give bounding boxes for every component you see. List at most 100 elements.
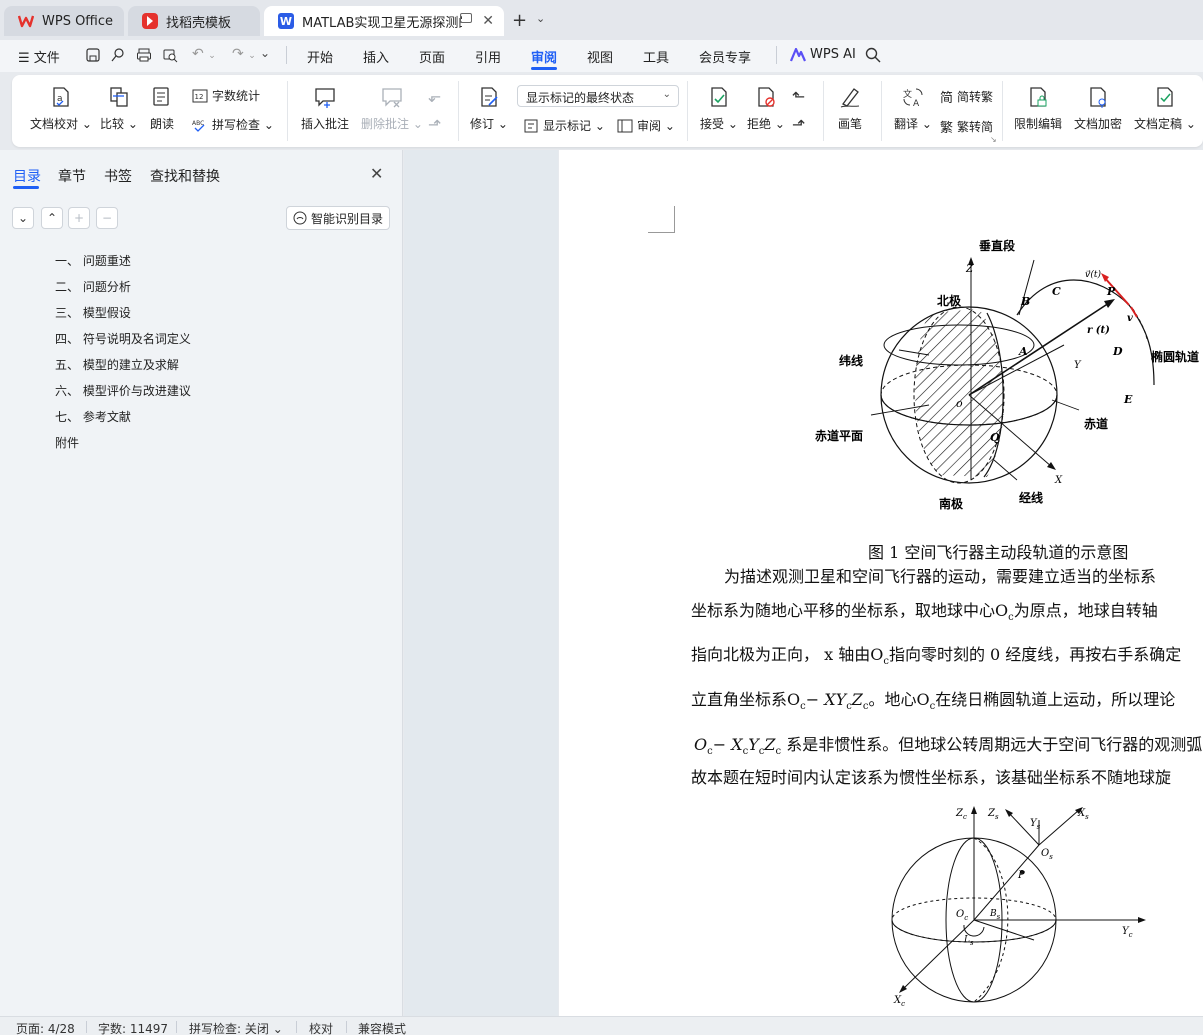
tab-document[interactable]: W MATLAB实现卫星无源探测的飞 ✕ bbox=[264, 6, 504, 36]
save-icon[interactable] bbox=[85, 47, 101, 63]
proofread-status[interactable]: 校对 bbox=[309, 1020, 333, 1035]
to-traditional-button[interactable]: 简 简转繁 bbox=[940, 87, 993, 106]
delete-comment-button[interactable]: 删除批注 ⌄ bbox=[361, 85, 423, 132]
export-pdf-icon[interactable] bbox=[110, 47, 126, 63]
toc-item[interactable]: 六、 模型评价与改进建议 bbox=[55, 382, 191, 399]
menu-references[interactable]: 引用 bbox=[475, 47, 501, 66]
prev-change-icon[interactable]: ⬑ bbox=[792, 87, 805, 106]
divider bbox=[823, 81, 824, 141]
translate-button[interactable]: 文A 翻译 ⌄ bbox=[894, 85, 932, 132]
print-preview-icon[interactable] bbox=[162, 47, 178, 63]
word-count-button[interactable]: 12 字数统计 bbox=[192, 87, 260, 104]
review-pane-button[interactable]: 审阅 ⌄ bbox=[617, 117, 675, 134]
label-zs: Zs bbox=[987, 808, 999, 821]
tab-find-replace[interactable]: 查找和替换 bbox=[150, 166, 220, 186]
delete-comment-label: 删除批注 bbox=[361, 117, 410, 131]
tab-wps-office[interactable]: WPS Office bbox=[4, 6, 124, 36]
menu-member[interactable]: 会员专享 bbox=[699, 47, 751, 66]
label-r-t: r (t) bbox=[1087, 325, 1110, 336]
accept-icon bbox=[711, 87, 727, 107]
toc-item[interactable]: 五、 模型的建立及求解 bbox=[55, 356, 179, 373]
insert-comment-label: 插入批注 bbox=[301, 117, 350, 131]
prev-comment-icon[interactable]: ⬐ bbox=[428, 87, 441, 106]
restrict-edit-label: 限制编辑 bbox=[1014, 117, 1063, 131]
toc-item[interactable]: 一、 问题重述 bbox=[55, 252, 131, 269]
new-tab-icon[interactable]: + bbox=[512, 10, 527, 31]
reject-button[interactable]: 拒绝 ⌄ bbox=[747, 85, 785, 132]
document-page[interactable]: 垂直段 北极 纬线 赤道平面 赤道 南极 经线 椭圆轨道 Z Y X o A B… bbox=[559, 150, 1203, 1016]
undo-icon[interactable]: ↶ ⌄ bbox=[192, 46, 216, 62]
more-chevron-icon[interactable]: ⌄ bbox=[260, 46, 270, 60]
insert-comment-button[interactable]: 插入批注 bbox=[301, 85, 349, 132]
monitor-icon[interactable] bbox=[460, 13, 472, 23]
proofread-icon: a bbox=[53, 87, 69, 107]
accept-button[interactable]: 接受 ⌄ bbox=[700, 85, 738, 132]
toc-item[interactable]: 七、 参考文献 bbox=[55, 408, 131, 425]
expand-group-icon[interactable]: ↘ bbox=[990, 135, 997, 144]
wps-ai-button[interactable]: WPS AI bbox=[790, 47, 856, 62]
menu-review[interactable]: 审阅 bbox=[531, 47, 557, 66]
proofread-button[interactable]: a 文档校对 ⌄ bbox=[30, 85, 92, 132]
word-count-indicator[interactable]: 字数: 11497 bbox=[98, 1020, 168, 1035]
menu-page[interactable]: 页面 bbox=[419, 47, 445, 66]
page-indicator[interactable]: 页面: 4/28 bbox=[16, 1020, 75, 1035]
spell-check-status[interactable]: 拼写检查: 关闭 ⌄ bbox=[189, 1020, 283, 1035]
pen-label: 画笔 bbox=[838, 117, 863, 131]
menu-home[interactable]: 开始 bbox=[307, 47, 333, 66]
divider bbox=[286, 46, 287, 64]
next-change-icon[interactable]: ⬏ bbox=[792, 115, 805, 134]
show-markup-label: 显示标记 bbox=[543, 119, 592, 133]
tab-chapters[interactable]: 章节 bbox=[58, 166, 86, 186]
navigation-pane: 目录 章节 书签 查找和替换 ✕ ⌄ ⌃ + − 智能识别目录 一、 问题重述 … bbox=[0, 150, 403, 1016]
label-q: Q bbox=[990, 431, 1000, 444]
paragraph-line: 为描述观测卫星和空间飞行器的运动，需要建立适当的坐标系 bbox=[724, 567, 1157, 586]
restrict-edit-icon bbox=[1030, 87, 1047, 107]
label-zc: Zc bbox=[955, 808, 967, 821]
to-simplified-button[interactable]: 繁 繁转简 bbox=[940, 117, 993, 136]
print-icon[interactable] bbox=[136, 47, 152, 63]
label-d: D bbox=[1112, 345, 1123, 358]
read-aloud-button[interactable]: 朗读 bbox=[150, 85, 174, 132]
toc-item[interactable]: 三、 模型假设 bbox=[55, 304, 131, 321]
menu-tools[interactable]: 工具 bbox=[643, 47, 669, 66]
finalize-button[interactable]: 文档定稿 ⌄ bbox=[1134, 85, 1196, 132]
encrypt-button[interactable]: 文档加密 bbox=[1074, 85, 1122, 132]
pen-button[interactable]: 画笔 bbox=[838, 85, 862, 132]
label-equator-plane: 赤道平面 bbox=[815, 428, 863, 443]
delete-comment-icon bbox=[382, 88, 402, 108]
insert-comment-icon bbox=[315, 88, 335, 108]
show-markup-button[interactable]: 显示标记 ⌄ bbox=[523, 117, 605, 134]
toc-item[interactable]: 四、 符号说明及名词定义 bbox=[55, 330, 191, 347]
menu-insert[interactable]: 插入 bbox=[363, 47, 389, 66]
next-comment-icon[interactable]: ⬏ bbox=[428, 115, 441, 134]
restrict-edit-button[interactable]: 限制编辑 bbox=[1014, 85, 1062, 132]
close-icon[interactable]: ✕ bbox=[370, 164, 383, 183]
show-markup-icon bbox=[524, 119, 538, 132]
to-traditional-label: 简转繁 bbox=[957, 90, 994, 104]
compare-button[interactable]: 比较 ⌄ bbox=[100, 85, 138, 132]
tab-docer[interactable]: 找稻壳模板 bbox=[128, 6, 260, 36]
chevron-down-icon[interactable]: ⌄ bbox=[536, 12, 545, 25]
toc-item[interactable]: 二、 问题分析 bbox=[55, 278, 131, 295]
search-icon[interactable] bbox=[865, 47, 881, 63]
smart-toc-button[interactable]: 智能识别目录 bbox=[286, 206, 390, 230]
tab-toc[interactable]: 目录 bbox=[13, 166, 41, 186]
toc-item[interactable]: 附件 bbox=[55, 434, 79, 451]
tab-bookmarks[interactable]: 书签 bbox=[104, 166, 132, 186]
markup-state-value: 显示标记的最终状态 bbox=[526, 91, 635, 105]
redo-icon[interactable]: ↷ ⌄ bbox=[232, 46, 256, 62]
file-menu[interactable]: ☰ 文件 bbox=[18, 47, 60, 66]
track-changes-button[interactable]: 修订 ⌄ bbox=[470, 85, 508, 132]
simplified-icon: 繁 bbox=[940, 121, 954, 136]
spell-check-button[interactable]: ABC 拼写检查 ⌄ bbox=[192, 116, 274, 133]
coordinate-system-figure: Zc Zs Ys Xs Os P Oc Bs Ls Yc Xc bbox=[891, 806, 1146, 1008]
word-count-icon: 12 bbox=[192, 89, 208, 102]
expand-all-button[interactable]: ⌄ bbox=[12, 207, 34, 229]
menu-view[interactable]: 视图 bbox=[587, 47, 613, 66]
remove-heading-button[interactable]: − bbox=[96, 207, 118, 229]
divider bbox=[881, 81, 882, 141]
add-heading-button[interactable]: + bbox=[68, 207, 90, 229]
markup-state-dropdown[interactable]: 显示标记的最终状态 ⌄ bbox=[517, 85, 679, 107]
close-icon[interactable]: ✕ bbox=[482, 13, 494, 29]
collapse-all-button[interactable]: ⌃ bbox=[41, 207, 63, 229]
